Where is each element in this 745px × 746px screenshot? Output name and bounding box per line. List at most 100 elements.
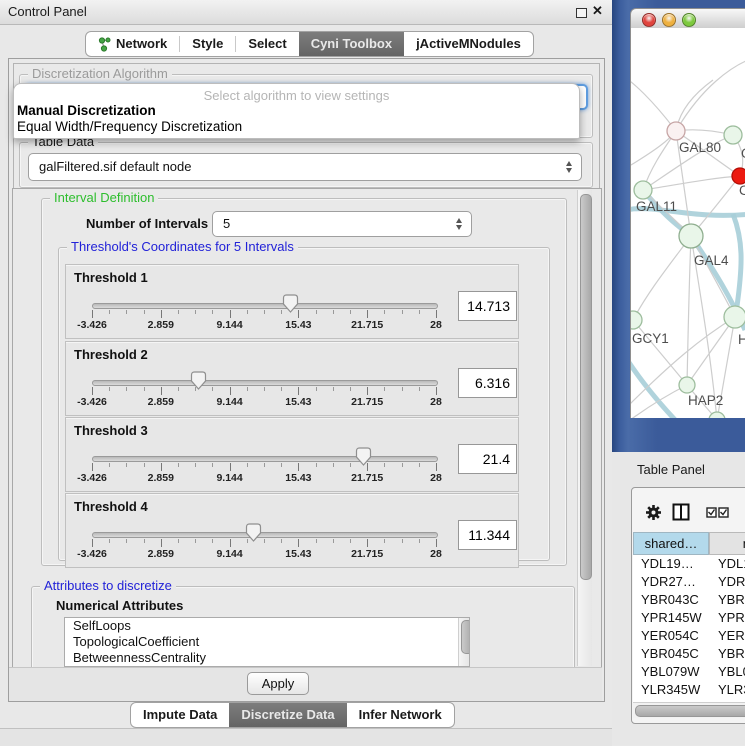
network-node — [679, 377, 695, 393]
slider-tick — [264, 310, 265, 314]
cell-shared-name[interactable]: YLR345W — [641, 681, 700, 699]
cell-name[interactable]: YBL0 — [718, 663, 745, 681]
slider-tick — [298, 387, 299, 395]
slider-thumb[interactable] — [355, 447, 372, 466]
table-row[interactable]: YDR27… YDR2 — [633, 573, 745, 591]
slider-tick — [384, 387, 385, 391]
tab-infer-network[interactable]: Infer Network — [347, 703, 454, 727]
slider-tick — [126, 463, 127, 467]
popup-item-manual-discretization[interactable]: Manual Discretization — [17, 103, 156, 118]
cell-name[interactable]: YLR3 — [718, 681, 745, 699]
table-row[interactable]: YBR043C YBR0 — [633, 591, 745, 609]
table-data-combobox[interactable]: galFiltered.sif default node — [28, 153, 582, 181]
tab-network[interactable]: Network — [86, 32, 179, 56]
slider-axis-label: 2.859 — [131, 396, 191, 408]
panel-scrollbar[interactable] — [577, 190, 592, 666]
cell-name[interactable]: YBR0 — [718, 591, 745, 609]
threshold-value-field[interactable]: 11.344 — [458, 520, 517, 550]
network-node — [732, 168, 745, 184]
list-scrollbar-thumb[interactable] — [461, 620, 471, 654]
slider-tick — [144, 310, 145, 314]
table-row[interactable]: YLR345W YLR3 — [633, 681, 745, 699]
cell-shared-name[interactable]: YPR145W — [641, 609, 702, 627]
table-row[interactable]: YER054C YER0 — [633, 627, 745, 645]
tab-jactivemnodules[interactable]: jActiveMNodules — [404, 32, 533, 56]
slider-tick — [178, 463, 179, 467]
slider-tick — [436, 310, 437, 318]
cell-name[interactable]: YER0 — [718, 627, 745, 645]
mac-zoom-button[interactable] — [682, 13, 696, 27]
mac-minimize-button[interactable] — [662, 13, 676, 27]
table-row[interactable]: YBR045C YBR0 — [633, 645, 745, 663]
network-canvas[interactable]: GAL80GACGAL11GAL4GCY1HHAP2 — [630, 28, 745, 418]
table-row[interactable]: YDL19… YDL1 — [633, 555, 745, 573]
threshold-value-field[interactable]: 21.4 — [458, 444, 517, 474]
cell-shared-name[interactable]: YBL079W — [641, 663, 700, 681]
cell-name[interactable]: YDR2 — [718, 573, 745, 591]
cell-shared-name[interactable]: YBR045C — [641, 645, 699, 663]
tab-style[interactable]: Style — [180, 32, 235, 56]
network-node-label: GAL11 — [636, 199, 677, 214]
slider-tick — [333, 387, 334, 391]
network-node — [634, 181, 652, 199]
column-split-icon[interactable] — [672, 503, 690, 521]
network-node-label: HAP2 — [688, 393, 723, 408]
slider-tick — [109, 539, 110, 543]
slider-track[interactable] — [92, 532, 438, 538]
slider-track[interactable] — [92, 456, 438, 462]
tab-cyni-toolbox[interactable]: Cyni Toolbox — [299, 32, 404, 56]
cell-shared-name[interactable]: YER054C — [641, 627, 699, 645]
table-panel-box: shared… na YDL19…YDL1YDR27…YDR2YBR043CYB… — [631, 487, 745, 724]
select-columns-icon[interactable] — [706, 507, 730, 518]
apply-button[interactable]: Apply — [247, 672, 309, 695]
attribute-list-item[interactable]: TopologicalCoefficient — [65, 634, 469, 650]
table-row[interactable]: YPR145W YPR1 — [633, 609, 745, 627]
slider-track[interactable] — [92, 303, 438, 309]
list-scrollbar[interactable] — [458, 618, 469, 666]
column-header-name[interactable]: na — [709, 532, 745, 555]
column-header-shared-name[interactable]: shared… — [633, 532, 709, 555]
network-node — [724, 306, 745, 328]
tab-discretize-data[interactable]: Discretize Data — [229, 703, 346, 727]
threshold-value-field[interactable]: 14.713 — [458, 291, 517, 321]
mac-close-button[interactable] — [642, 13, 656, 27]
interval-definition-group: Interval Definition Number of Intervals … — [41, 198, 567, 566]
cell-name[interactable]: YDL1 — [718, 555, 745, 573]
slider-tick — [178, 310, 179, 314]
attribute-list-item[interactable]: SelfLoops — [65, 618, 469, 634]
slider-tick — [419, 463, 420, 467]
table-row[interactable]: YBL079W YBL0 — [633, 663, 745, 681]
attribute-list-item[interactable]: BetweennessCentrality — [65, 650, 469, 666]
tab-select[interactable]: Select — [236, 32, 298, 56]
table-hscrollbar[interactable] — [633, 702, 745, 718]
slider-tick — [316, 310, 317, 314]
threshold-value-field[interactable]: 6.316 — [458, 368, 517, 398]
cell-name[interactable]: YBR0 — [718, 645, 745, 663]
gear-icon[interactable] — [645, 504, 662, 521]
popup-item-equal-width-frequency[interactable]: Equal Width/Frequency Discretization — [17, 119, 242, 134]
tab-impute-data[interactable]: Impute Data — [131, 703, 229, 727]
cell-shared-name[interactable]: YDR27… — [641, 573, 696, 591]
slider-tick — [230, 463, 231, 471]
float-window-icon[interactable] — [576, 8, 587, 18]
network-window-titlebar[interactable] — [630, 8, 745, 30]
slider-tick — [212, 387, 213, 391]
slider-tick — [178, 539, 179, 543]
slider-tick — [350, 387, 351, 391]
slider-track[interactable] — [92, 380, 438, 386]
slider-axis-label: 21.715 — [337, 548, 397, 560]
number-of-intervals-combobox[interactable]: 5 — [212, 211, 472, 237]
numerical-attributes-list[interactable]: SelfLoopsTopologicalCoefficientBetweenne… — [64, 617, 470, 667]
slider-thumb[interactable] — [190, 371, 207, 390]
close-icon[interactable]: ✕ — [592, 3, 603, 19]
cell-name[interactable]: YPR1 — [718, 609, 745, 627]
panel-scrollbar-thumb[interactable] — [580, 194, 592, 580]
table-hscrollbar-thumb[interactable] — [635, 705, 745, 717]
slider-thumb[interactable] — [282, 294, 299, 313]
slider-tick — [281, 539, 282, 543]
cell-shared-name[interactable]: YDL19… — [641, 555, 694, 573]
network-edge — [643, 131, 676, 190]
slider-axis-label: 28 — [406, 319, 466, 331]
slider-thumb[interactable] — [245, 523, 262, 542]
cell-shared-name[interactable]: YBR043C — [641, 591, 699, 609]
